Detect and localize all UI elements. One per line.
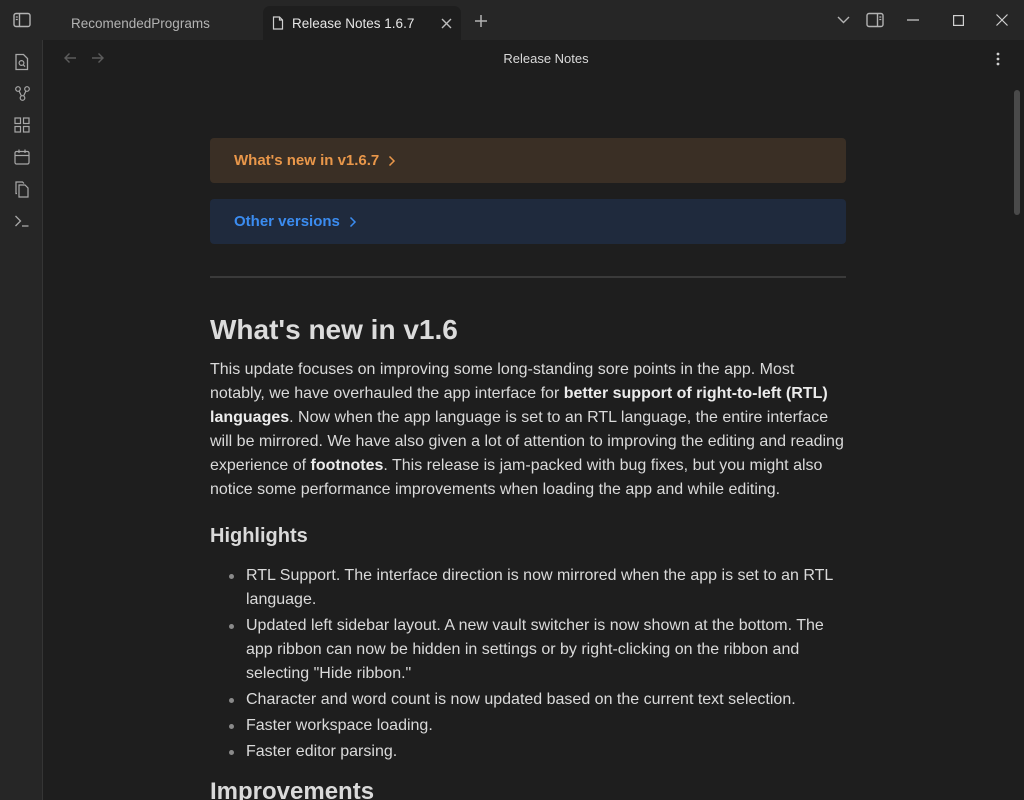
list-item: Faster workspace loading.	[229, 714, 846, 738]
page-heading: What's new in v1.6	[210, 314, 458, 345]
whats-new-callout[interactable]: What's new in v1.6.7	[210, 138, 846, 183]
list-item: Character and word count is now updated …	[229, 688, 846, 712]
plus-icon[interactable]	[472, 12, 490, 30]
tab-label: Release Notes 1.6.7	[292, 15, 415, 31]
chevron-down-icon[interactable]	[835, 12, 851, 28]
sidebar-toggle-icon[interactable]	[11, 10, 33, 30]
left-ribbon	[0, 40, 43, 800]
chevron-right-icon	[349, 216, 357, 228]
open-file-icon[interactable]	[12, 52, 32, 72]
improvements-heading: Improvements	[210, 778, 375, 800]
tab-recommended-programs[interactable]: RecomendedPrograms	[43, 6, 261, 40]
more-options-icon[interactable]	[990, 50, 1006, 68]
canvas-icon[interactable]	[12, 115, 32, 135]
other-versions-callout[interactable]: Other versions	[210, 199, 846, 244]
calendar-icon[interactable]	[12, 147, 32, 167]
window-close-icon[interactable]	[994, 12, 1010, 28]
split-view-icon[interactable]	[865, 11, 885, 29]
list-item: Updated left sidebar layout. A new vault…	[229, 614, 846, 686]
divider	[210, 276, 846, 278]
scrollbar[interactable]	[1014, 90, 1020, 215]
maximize-icon[interactable]	[950, 12, 966, 28]
other-versions-callout-label: Other versions	[234, 213, 340, 230]
terminal-icon[interactable]	[12, 211, 32, 231]
main-view: Release Notes What's new in v1.6.7 Other…	[44, 40, 1024, 800]
highlights-heading: Highlights	[210, 525, 308, 547]
view-header: Release Notes	[44, 40, 1024, 78]
whats-new-callout-label: What's new in v1.6.7	[234, 152, 380, 169]
view-title: Release Notes	[503, 51, 589, 66]
graph-icon[interactable]	[12, 83, 32, 103]
highlights-list: RTL Support. The interface direction is …	[210, 564, 846, 764]
file-icon	[272, 16, 284, 30]
release-notes-content: What's new in v1.6.7 Other versions What…	[210, 138, 846, 800]
tab-release-notes[interactable]: Release Notes 1.6.7	[263, 6, 461, 40]
close-icon[interactable]	[439, 16, 453, 30]
chevron-right-icon	[388, 155, 396, 167]
minimize-icon[interactable]	[905, 12, 921, 28]
copy-icon[interactable]	[12, 179, 32, 199]
tab-label: RecomendedPrograms	[71, 15, 210, 31]
title-bar: RecomendedPrograms Release Notes 1.6.7	[0, 0, 1024, 40]
intro-bold-footnotes: footnotes	[310, 457, 384, 474]
list-item: Faster editor parsing.	[229, 740, 846, 764]
intro-paragraph: This update focuses on improving some lo…	[210, 358, 846, 502]
list-item: RTL Support. The interface direction is …	[229, 564, 846, 612]
